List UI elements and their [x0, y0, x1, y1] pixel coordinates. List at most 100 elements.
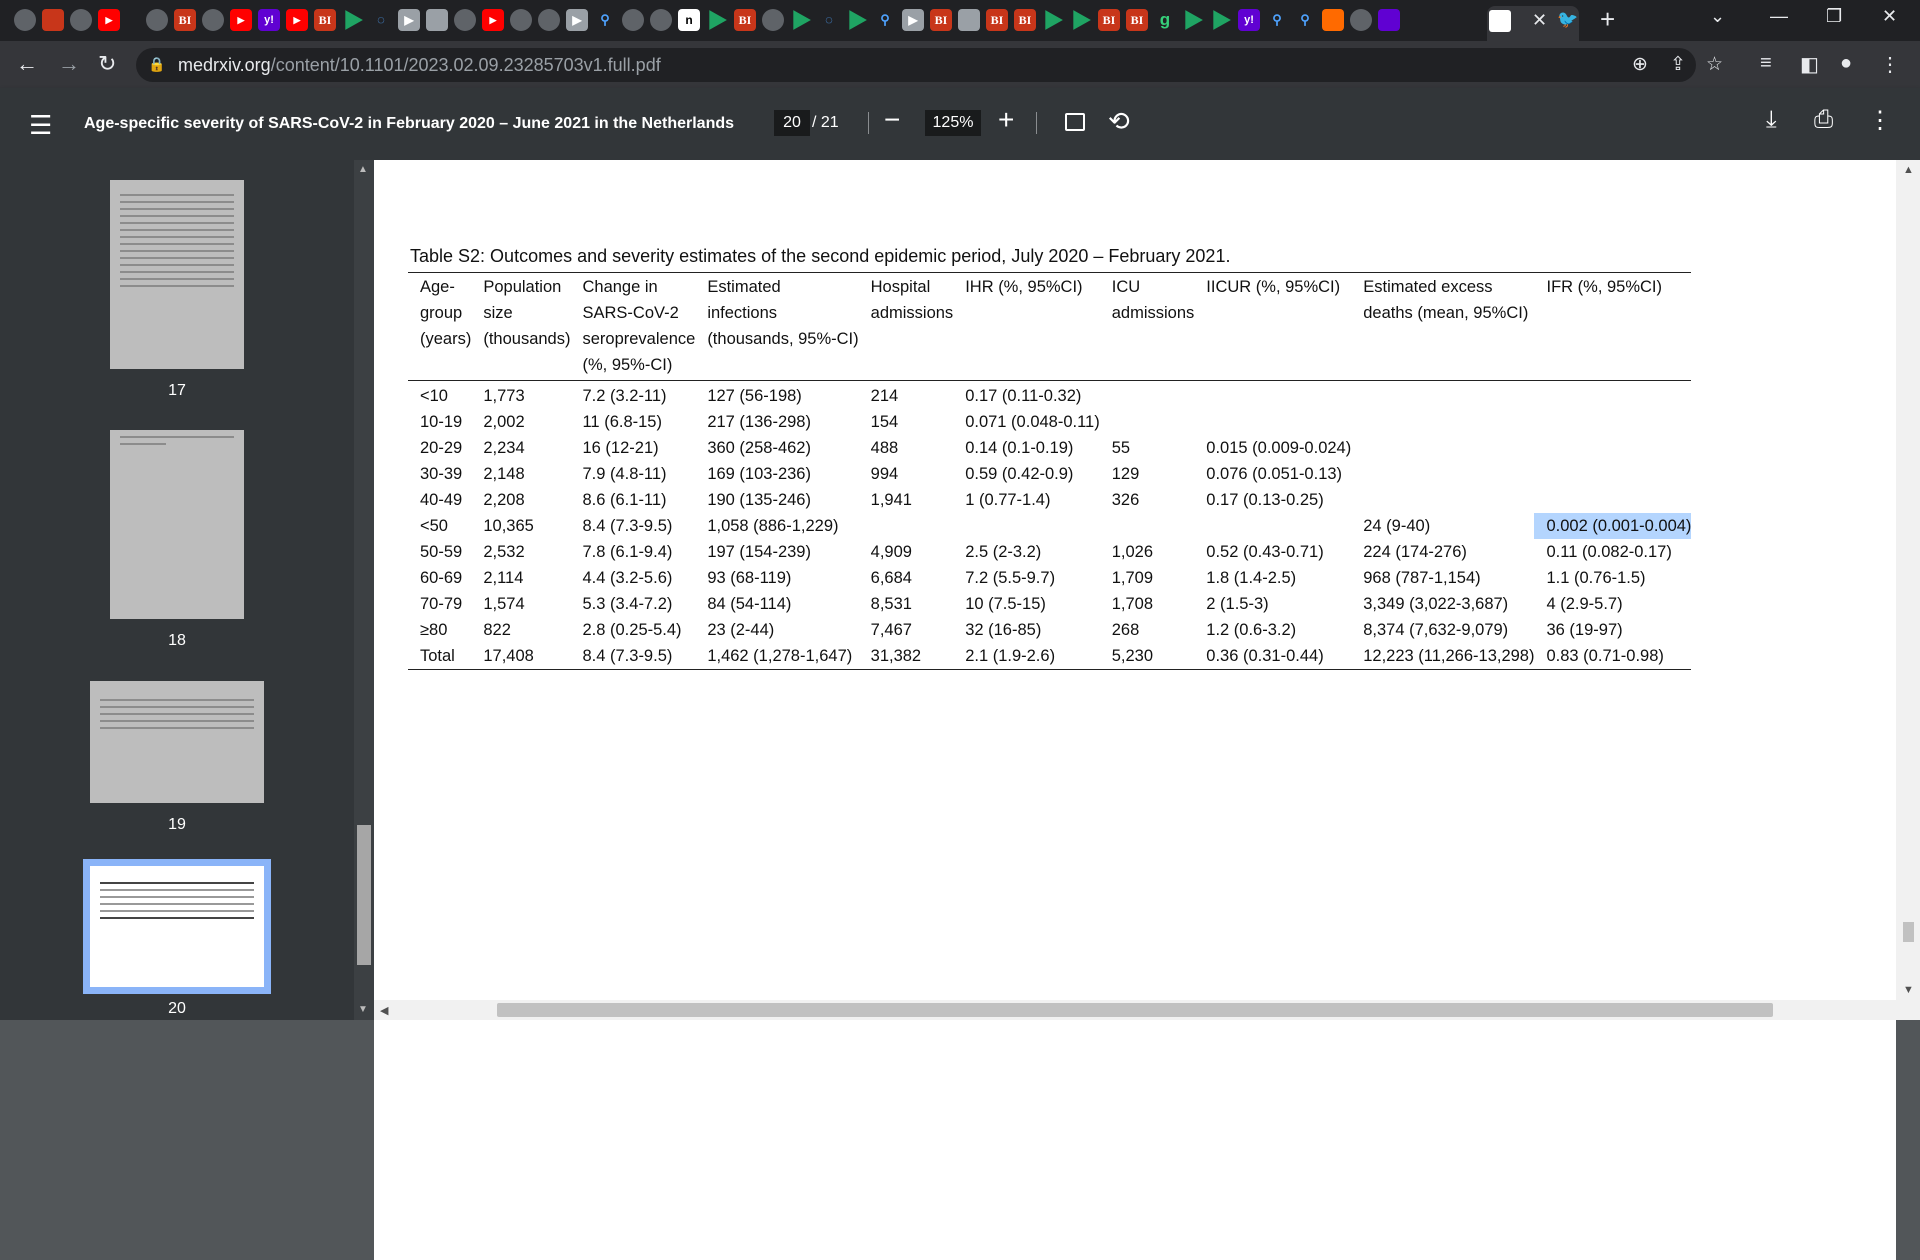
more-vert-icon[interactable]: ⋮: [1868, 106, 1892, 135]
globe-tab-icon[interactable]: [70, 9, 92, 31]
play-tab-icon[interactable]: [1073, 10, 1091, 30]
table-cell: <50: [420, 517, 448, 535]
table-header-cell: IFR (%, 95%CI): [1534, 272, 1692, 300]
arrow-tab-icon[interactable]: ▶: [902, 9, 924, 31]
bi-tab-icon[interactable]: BI: [986, 9, 1008, 31]
bookmark-tab-icon[interactable]: [1322, 9, 1344, 31]
play-tab-icon[interactable]: [849, 10, 867, 30]
globe-tab-icon[interactable]: [650, 9, 672, 31]
scroll-up-icon[interactable]: ▲: [1903, 164, 1914, 176]
globe-tab-icon[interactable]: [1350, 9, 1372, 31]
generic-tab-icon[interactable]: [958, 9, 980, 31]
chrome-menu-icon[interactable]: ⋮: [1880, 52, 1900, 77]
bi-tab-icon[interactable]: BI: [314, 9, 336, 31]
globe-tab-icon[interactable]: [510, 9, 532, 31]
youtube-tab-icon[interactable]: ▶: [286, 9, 308, 31]
table-header-cell: [953, 352, 1100, 381]
table-body: <10 1,773 7.2 (3.2-11) 127 (56-198) 214 0.17 …: [408, 381, 1692, 670]
play-tab-icon[interactable]: [345, 10, 363, 30]
table-cell: 4.4 (3.2-5.6): [582, 569, 673, 587]
back-button[interactable]: ←: [16, 51, 38, 77]
bi-tab-icon[interactable]: BI: [734, 9, 756, 31]
scroll-down-icon[interactable]: ▼: [358, 1004, 368, 1015]
forward-button[interactable]: →: [58, 51, 80, 77]
reading-list-icon[interactable]: ≡: [1760, 52, 1772, 75]
active-tab[interactable]: ✕ 🐦: [1487, 6, 1579, 41]
play-tab-icon[interactable]: [1045, 10, 1063, 30]
print-icon[interactable]: ⎙: [1814, 106, 1833, 134]
globe-tab-icon[interactable]: [202, 9, 224, 31]
bi-tab-icon[interactable]: BI: [1014, 9, 1036, 31]
pinwheel-tab-icon[interactable]: [42, 9, 64, 31]
arrow-tab-icon[interactable]: ▶: [566, 9, 588, 31]
close-window-icon[interactable]: ✕: [1882, 6, 1897, 27]
generic-tab-icon[interactable]: [426, 9, 448, 31]
share-icon[interactable]: ⇪: [1670, 53, 1686, 76]
address-bar[interactable]: 🔒 medrxiv.org/content/10.1101/2023.02.09…: [136, 48, 1723, 82]
youtube-tab-icon[interactable]: ▶: [230, 9, 252, 31]
page-thumbnail[interactable]: [90, 866, 264, 987]
table-header-cell: [1099, 352, 1195, 381]
search-tab-icon[interactable]: ⚲: [1294, 9, 1316, 31]
lock-icon[interactable]: 🔒: [148, 56, 165, 73]
bi-tab-icon[interactable]: BI: [930, 9, 952, 31]
scroll-up-icon[interactable]: ▲: [358, 164, 368, 175]
horizontal-scrollbar-thumb[interactable]: [497, 1003, 1773, 1017]
play-tab-icon[interactable]: [709, 10, 727, 30]
zoom-icon[interactable]: ⊕: [1632, 53, 1648, 76]
tab-search-icon[interactable]: ⌄: [1710, 6, 1725, 27]
side-panel-icon[interactable]: ◧: [1800, 52, 1819, 77]
twitter-tab-icon[interactable]: 🐦: [1557, 10, 1578, 30]
play-tab-icon[interactable]: [1213, 10, 1231, 30]
zoom-in-button[interactable]: +: [998, 104, 1014, 136]
g-tab-icon[interactable]: g: [1154, 9, 1176, 31]
bi-tab-icon[interactable]: BI: [1098, 9, 1120, 31]
reload-button[interactable]: ↻: [98, 51, 116, 77]
page-thumbnail[interactable]: [110, 430, 244, 619]
hamburger-icon[interactable]: ☰: [29, 110, 52, 141]
youtube-tab-icon[interactable]: ▶: [482, 9, 504, 31]
download-icon[interactable]: ⤓: [1766, 106, 1777, 134]
play-tab-icon[interactable]: [793, 10, 811, 30]
search-tab-icon[interactable]: ⚲: [1266, 9, 1288, 31]
globe-tab-icon[interactable]: [622, 9, 644, 31]
yahoo-tab-icon[interactable]: y!: [258, 9, 280, 31]
bi-tab-icon[interactable]: BI: [174, 9, 196, 31]
search-tab-icon[interactable]: ◌: [818, 9, 840, 31]
fit-page-icon[interactable]: [1065, 113, 1085, 131]
zoom-level-input[interactable]: 125%: [925, 110, 981, 136]
search-tab-icon[interactable]: ⚲: [594, 9, 616, 31]
yahoo-tab-icon[interactable]: [1378, 9, 1400, 31]
search-tab-icon[interactable]: ◌: [370, 9, 392, 31]
zoom-out-button[interactable]: −: [884, 104, 900, 136]
vertical-scrollbar[interactable]: [1896, 160, 1920, 1020]
close-tab-icon[interactable]: ✕: [1532, 10, 1547, 31]
new-tab-button[interactable]: +: [1600, 4, 1615, 35]
globe-tab-icon[interactable]: [762, 9, 784, 31]
play-tab-icon[interactable]: [1185, 10, 1203, 30]
youtube-tab-icon[interactable]: ▶: [98, 9, 120, 31]
star-icon[interactable]: ☆: [1706, 53, 1723, 76]
globe-tab-icon[interactable]: [454, 9, 476, 31]
sidebar-scrollbar-thumb[interactable]: [357, 825, 371, 965]
n-tab-icon[interactable]: n: [678, 9, 700, 31]
vertical-scrollbar-thumb[interactable]: [1903, 922, 1914, 942]
yahoo-tab-icon[interactable]: y!: [1238, 9, 1260, 31]
rotate-icon[interactable]: ⟲: [1108, 106, 1130, 137]
scroll-left-icon[interactable]: ◀: [380, 1004, 388, 1017]
bi-tab-icon[interactable]: BI: [1126, 9, 1148, 31]
search-tab-icon[interactable]: ⚲: [874, 9, 896, 31]
scroll-down-icon[interactable]: ▼: [1903, 984, 1914, 996]
page-number-input[interactable]: 20: [774, 110, 810, 136]
page-thumbnail[interactable]: [110, 180, 244, 369]
globe-tab-icon[interactable]: [14, 9, 36, 31]
minimize-icon[interactable]: —: [1770, 6, 1788, 27]
table-header-cell: [1351, 326, 1534, 352]
restore-icon[interactable]: ❐: [1826, 6, 1842, 27]
profile-icon[interactable]: ●: [1840, 52, 1852, 75]
globe-tab-icon[interactable]: [538, 9, 560, 31]
arrow-tab-icon[interactable]: ▶: [398, 9, 420, 31]
page-thumbnail[interactable]: [90, 681, 264, 803]
globe-tab-icon[interactable]: [146, 9, 168, 31]
url-text[interactable]: medrxiv.org/content/10.1101/2023.02.09.2…: [178, 55, 661, 76]
